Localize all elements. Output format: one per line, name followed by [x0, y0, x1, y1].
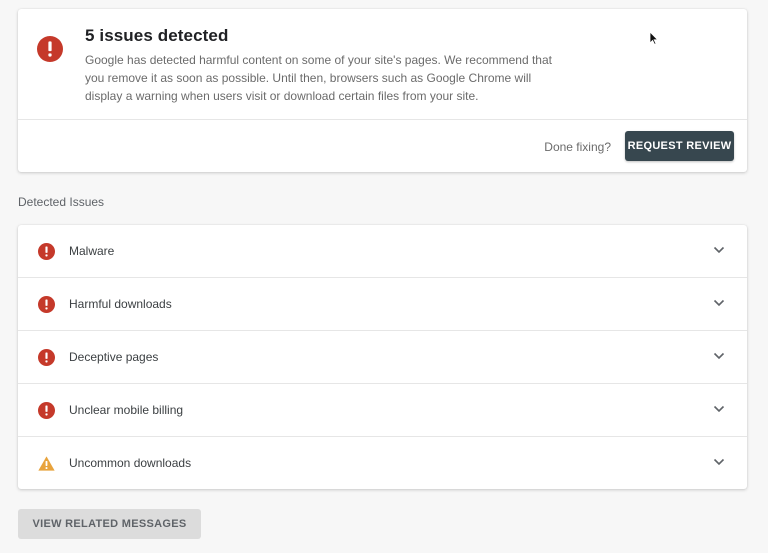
- request-review-button[interactable]: REQUEST REVIEW: [625, 131, 734, 161]
- mouse-cursor-icon: [649, 31, 659, 45]
- error-icon: [37, 36, 63, 62]
- error-icon: [38, 402, 55, 419]
- security-issues-page: 5 issues detected Google has detected ha…: [0, 0, 768, 553]
- chevron-down-icon[interactable]: [713, 299, 725, 307]
- issue-label: Unclear mobile billing: [69, 403, 184, 417]
- error-icon: [38, 243, 55, 260]
- detected-issues-heading: Detected Issues: [18, 195, 105, 209]
- issue-row-harmful-downloads[interactable]: Harmful downloads: [18, 278, 747, 331]
- chevron-down-icon[interactable]: [713, 458, 725, 466]
- summary-header: 5 issues detected Google has detected ha…: [18, 9, 747, 119]
- issue-label: Uncommon downloads: [69, 456, 192, 470]
- detected-issues-list: Malware Harmful downloads Deceptive page…: [18, 225, 747, 489]
- summary-title: 5 issues detected: [85, 26, 229, 45]
- issues-summary-card: 5 issues detected Google has detected ha…: [18, 9, 747, 172]
- issue-label: Malware: [69, 244, 115, 258]
- warning-icon: [38, 456, 55, 471]
- done-fixing-label: Done fixing?: [544, 140, 611, 154]
- chevron-down-icon[interactable]: [713, 405, 725, 413]
- error-icon: [38, 296, 55, 313]
- error-icon: [38, 349, 55, 366]
- chevron-down-icon[interactable]: [713, 246, 725, 254]
- issue-row-malware[interactable]: Malware: [18, 225, 747, 278]
- issue-label: Harmful downloads: [69, 297, 172, 311]
- issue-label: Deceptive pages: [69, 350, 159, 364]
- summary-description: Google has detected harmful content on s…: [85, 53, 552, 103]
- chevron-down-icon[interactable]: [713, 352, 725, 360]
- view-related-messages-button[interactable]: VIEW RELATED MESSAGES: [18, 509, 201, 539]
- issue-row-unclear-mobile-billing[interactable]: Unclear mobile billing: [18, 384, 747, 437]
- issue-row-uncommon-downloads[interactable]: Uncommon downloads: [18, 437, 747, 489]
- divider: [18, 119, 747, 120]
- issue-row-deceptive-pages[interactable]: Deceptive pages: [18, 331, 747, 384]
